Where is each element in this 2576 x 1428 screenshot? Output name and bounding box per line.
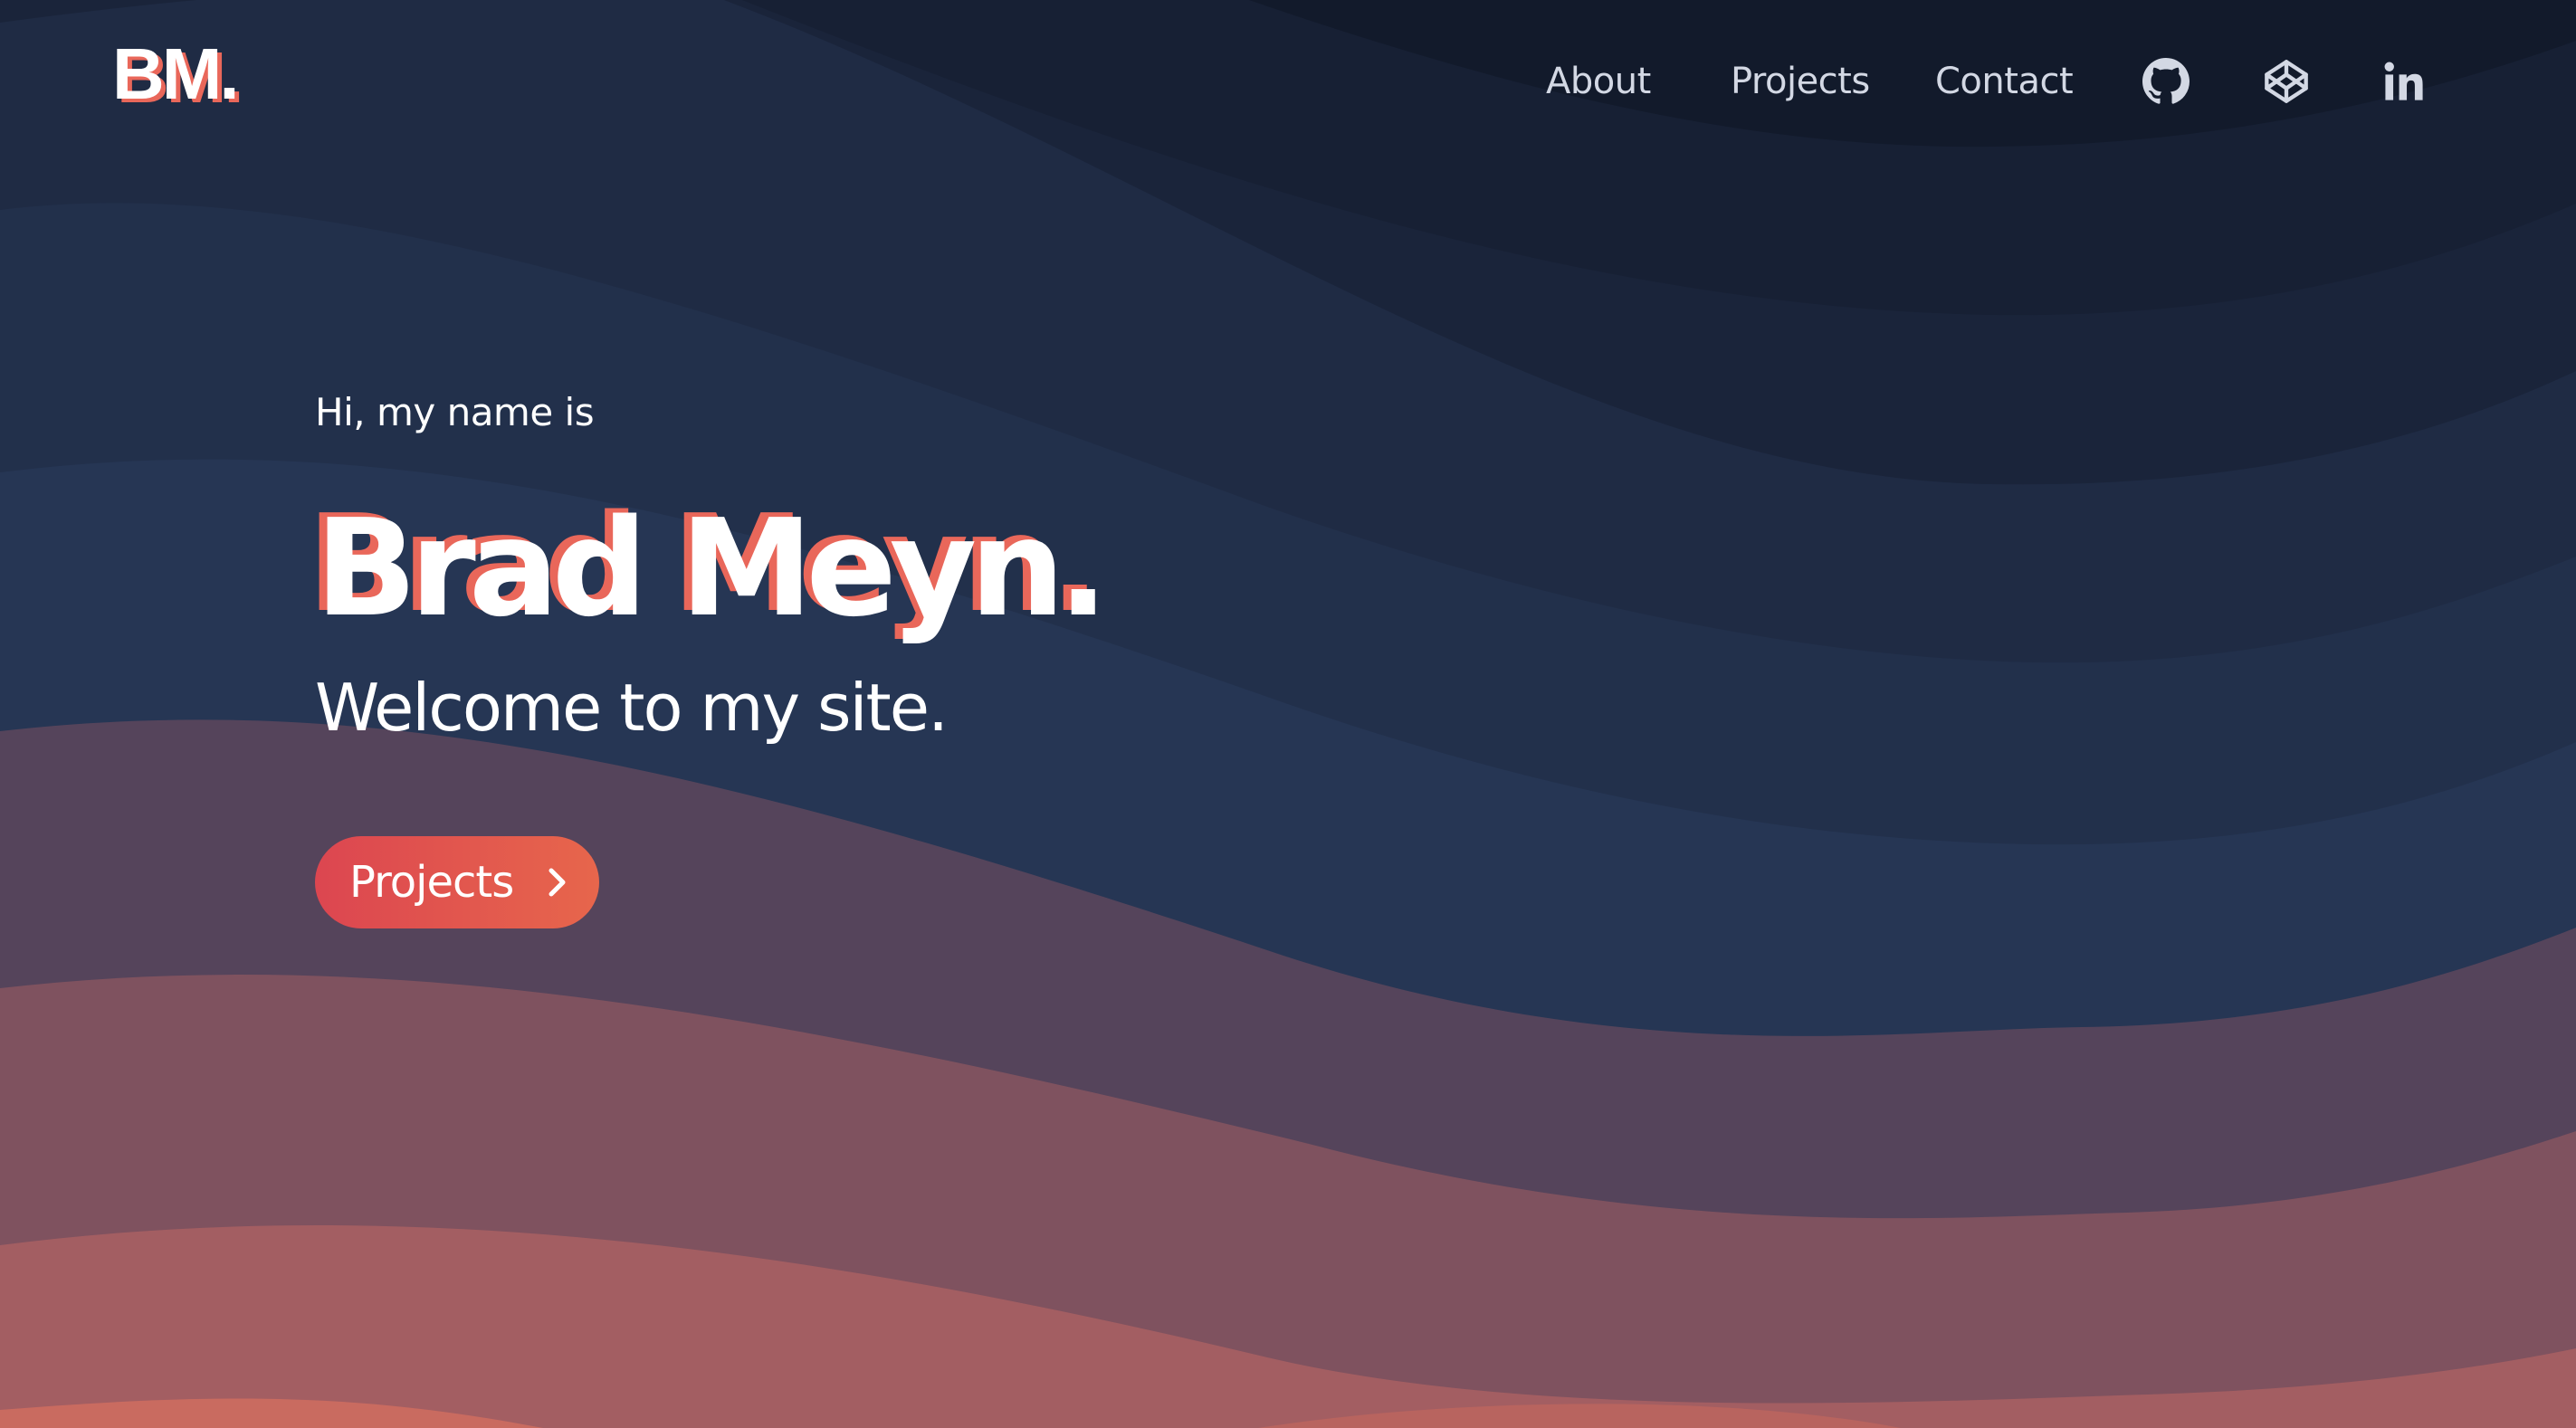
nav-about-link[interactable]: About (1546, 52, 1651, 110)
hero-name: Brad Meyn. (315, 490, 1109, 646)
nav-contact-link[interactable]: Contact (1935, 52, 2074, 110)
linkedin-glyph (2384, 62, 2423, 100)
github-icon[interactable] (2142, 58, 2190, 105)
main-nav: About Projects Contact (0, 52, 2576, 110)
projects-button[interactable]: Projects (315, 836, 599, 928)
linkedin-icon[interactable] (2380, 58, 2428, 105)
github-glyph (2142, 58, 2190, 104)
chevron-right-icon (549, 868, 566, 897)
projects-button-label: Projects (349, 857, 514, 908)
nav-projects-link[interactable]: Projects (1731, 52, 1870, 110)
hero-tagline: Welcome to my site. (315, 670, 949, 746)
codepen-icon[interactable] (2263, 58, 2310, 105)
page: BM. About Projects Contact Hi, my name i… (0, 0, 2576, 1428)
intro-text: Hi, my name is (315, 390, 595, 434)
codepen-glyph (2265, 60, 2308, 103)
